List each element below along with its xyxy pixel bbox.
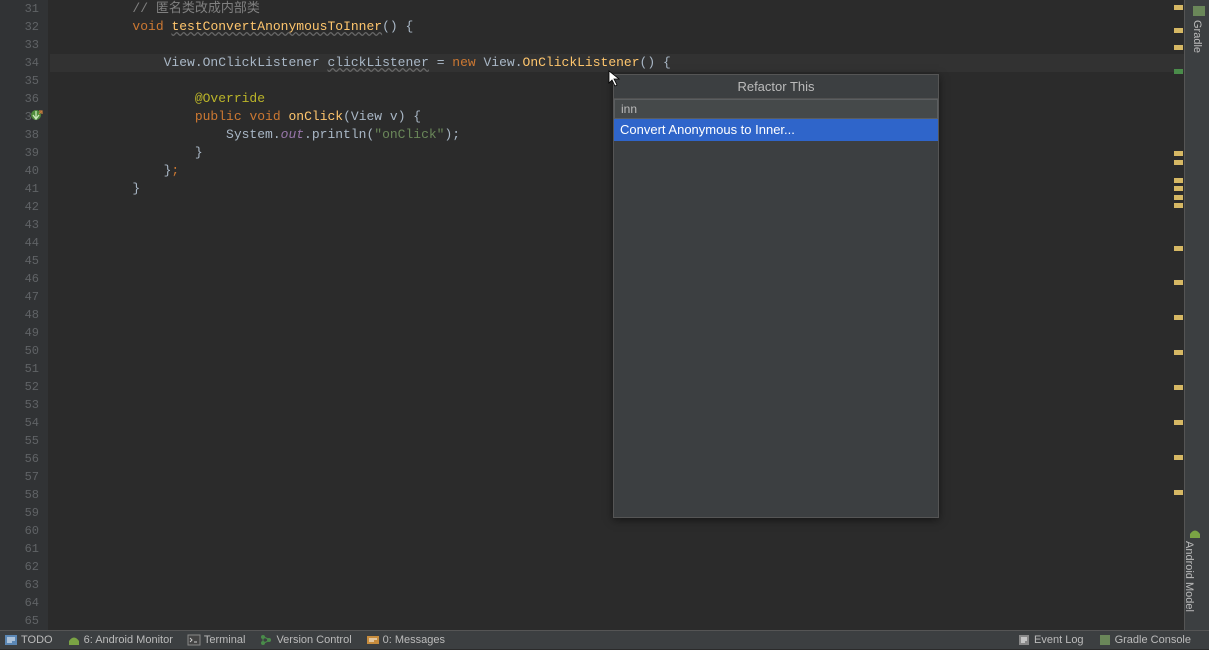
gradle-tool-tab[interactable]: Gradle — [1191, 4, 1207, 53]
line-number: 61 — [0, 540, 39, 558]
line-number: 60 — [0, 522, 39, 540]
refactor-this-popup: Refactor This inn Convert Anonymous to I… — [613, 74, 939, 518]
line-number: 62 — [0, 558, 39, 576]
line-number: 63 — [0, 576, 39, 594]
line-number: 49 — [0, 324, 39, 342]
error-stripe-mark[interactable] — [1174, 186, 1183, 191]
error-stripe-mark[interactable] — [1174, 490, 1183, 495]
error-stripe-mark[interactable] — [1174, 69, 1183, 74]
statusbar-todo[interactable]: TODO — [4, 633, 53, 647]
line-number: 55 — [0, 432, 39, 450]
gradle-icon — [1098, 633, 1112, 647]
right-tool-rail: Gradle Android Model — [1184, 0, 1209, 630]
line-number: 41 — [0, 180, 39, 198]
messages-icon — [366, 633, 380, 647]
line-number: 59 — [0, 504, 39, 522]
popup-title: Refactor This — [614, 75, 938, 99]
override-gutter-icon[interactable] — [30, 108, 44, 122]
refactor-option[interactable]: Convert Anonymous to Inner... — [614, 119, 938, 141]
statusbar-terminal[interactable]: Terminal — [187, 633, 246, 647]
line-number: 52 — [0, 378, 39, 396]
popup-search-input[interactable]: inn — [614, 99, 938, 119]
line-number: 65 — [0, 612, 39, 630]
line-number: 53 — [0, 396, 39, 414]
error-stripe-mark[interactable] — [1174, 45, 1183, 50]
todo-icon — [4, 633, 18, 647]
line-number: 35 — [0, 72, 39, 90]
statusbar-label: 6: Android Monitor — [84, 634, 173, 646]
error-stripe-mark[interactable] — [1174, 151, 1183, 156]
statusbar-label: Terminal — [204, 634, 246, 646]
line-number: 56 — [0, 450, 39, 468]
code-line[interactable] — [50, 558, 1184, 576]
eventlog-icon — [1017, 633, 1031, 647]
error-stripe-mark[interactable] — [1174, 455, 1183, 460]
line-number: 43 — [0, 216, 39, 234]
code-line[interactable]: // 匿名类改成内部类 — [50, 0, 1184, 18]
android-model-tool-tab[interactable]: Android Model — [1183, 525, 1207, 612]
line-number: 45 — [0, 252, 39, 270]
code-editor[interactable]: 3132333435363738394041424344454647484950… — [0, 0, 1184, 630]
error-stripe-mark[interactable] — [1174, 280, 1183, 285]
line-number: 46 — [0, 270, 39, 288]
popup-list: Convert Anonymous to Inner... — [614, 119, 938, 141]
error-stripe-mark[interactable] — [1174, 178, 1183, 183]
line-number: 51 — [0, 360, 39, 378]
statusbar-android-monitor[interactable]: 6: Android Monitor — [67, 633, 173, 647]
error-stripe-mark[interactable] — [1174, 28, 1183, 33]
statusbar-label: Gradle Console — [1115, 634, 1191, 646]
line-number: 44 — [0, 234, 39, 252]
line-number: 42 — [0, 198, 39, 216]
error-stripe-mark[interactable] — [1174, 315, 1183, 320]
statusbar-gradle-console[interactable]: Gradle Console — [1098, 633, 1191, 647]
statusbar-messages[interactable]: 0: Messages — [366, 633, 445, 647]
code-line[interactable] — [50, 594, 1184, 612]
code-line[interactable] — [50, 612, 1184, 630]
line-number: 39 — [0, 144, 39, 162]
statusbar-label: Version Control — [276, 634, 351, 646]
statusbar-event-log[interactable]: Event Log — [1017, 633, 1084, 647]
code-line[interactable] — [50, 522, 1184, 540]
statusbar-label: TODO — [21, 634, 53, 646]
android-icon — [67, 633, 81, 647]
line-number: 32 — [0, 18, 39, 36]
line-number: 64 — [0, 594, 39, 612]
gradle-tool-label: Gradle — [1191, 20, 1203, 53]
statusbar-label: Event Log — [1034, 634, 1084, 646]
code-line[interactable] — [50, 36, 1184, 54]
line-number: 33 — [0, 36, 39, 54]
error-stripe-mark[interactable] — [1174, 160, 1183, 165]
code-line[interactable] — [50, 576, 1184, 594]
line-number: 54 — [0, 414, 39, 432]
line-number: 34 — [0, 54, 39, 72]
android-model-tool-label: Android Model — [1183, 541, 1195, 612]
statusbar-version-control[interactable]: Version Control — [259, 633, 351, 647]
code-line[interactable]: void testConvertAnonymousToInner() { — [50, 18, 1184, 36]
error-stripe-mark[interactable] — [1174, 5, 1183, 10]
error-stripe-mark[interactable] — [1174, 385, 1183, 390]
line-number: 31 — [0, 0, 39, 18]
error-stripe-mark[interactable] — [1174, 350, 1183, 355]
statusbar-label: 0: Messages — [383, 634, 445, 646]
code-line[interactable]: View.OnClickListener clickListener = new… — [50, 54, 1184, 72]
line-number: 40 — [0, 162, 39, 180]
error-stripe-mark[interactable] — [1174, 195, 1183, 200]
line-number-gutter: 3132333435363738394041424344454647484950… — [0, 0, 48, 630]
line-number: 57 — [0, 468, 39, 486]
error-stripe-mark[interactable] — [1174, 420, 1183, 425]
vcs-icon — [259, 633, 273, 647]
line-number: 48 — [0, 306, 39, 324]
line-number: 47 — [0, 288, 39, 306]
terminal-icon — [187, 633, 201, 647]
line-number: 50 — [0, 342, 39, 360]
error-stripe-mark[interactable] — [1174, 203, 1183, 208]
code-line[interactable] — [50, 540, 1184, 558]
status-bar: TODO 6: Android Monitor Terminal Version Co… — [0, 630, 1209, 649]
error-stripe-mark[interactable] — [1174, 246, 1183, 251]
line-number: 38 — [0, 126, 39, 144]
line-number: 36 — [0, 90, 39, 108]
line-number: 58 — [0, 486, 39, 504]
